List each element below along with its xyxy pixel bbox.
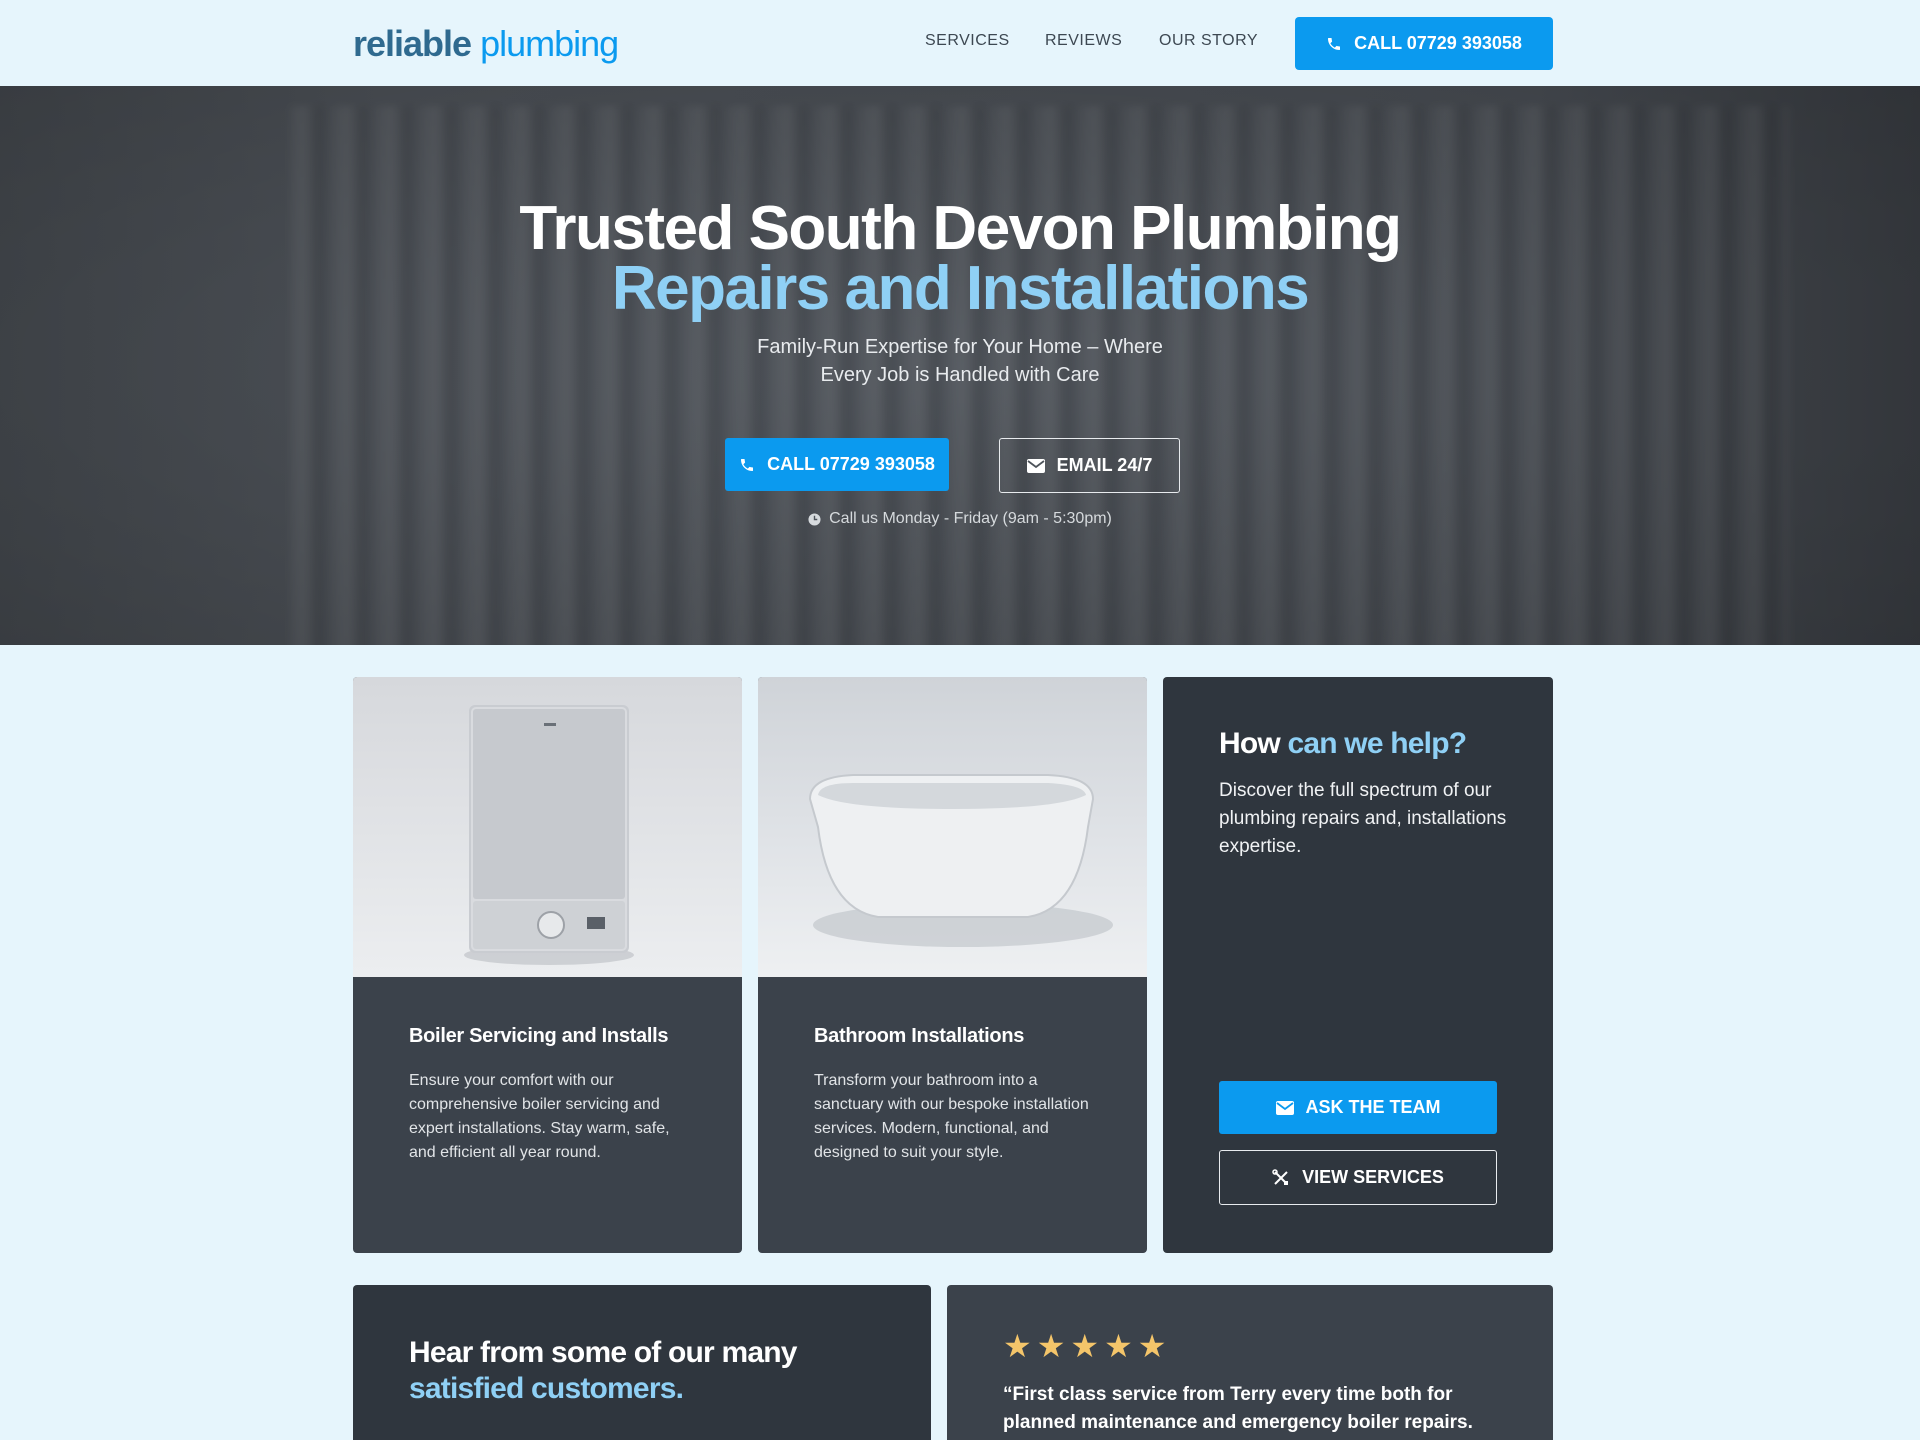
card-title-bathroom: Bathroom Installations: [814, 1025, 1025, 1047]
hero-email-button[interactable]: EMAIL 24/7: [999, 438, 1180, 493]
nav-our-story[interactable]: OUR STORY: [1159, 32, 1258, 50]
testimonials-title-part2: satisfied customers.: [409, 1372, 684, 1405]
bathtub-image: [758, 677, 1147, 977]
card-text-bathroom: Transform your bathroom into a sanctuary…: [814, 1072, 1089, 1161]
ask-the-team-button[interactable]: ASK THE TEAM: [1219, 1081, 1497, 1134]
view-services-label: VIEW SERVICES: [1302, 1167, 1444, 1187]
site-logo[interactable]: reliable plumbing: [353, 20, 619, 68]
boiler-image: [353, 677, 742, 977]
testimonials-heading-box: Hear from some of our many satisfied cus…: [353, 1285, 931, 1440]
tools-icon: [1272, 1168, 1289, 1185]
star-rating-icon: ★★★★★: [1003, 1328, 1172, 1364]
hero-title-line1: Trusted South Devon Plumbing: [519, 194, 1402, 263]
nav-services[interactable]: SERVICES: [925, 32, 1010, 50]
nav-reviews[interactable]: REVIEWS: [1045, 32, 1122, 50]
hero-hours: Call us Monday - Friday (9am - 5:30pm): [0, 510, 1920, 528]
hero-hours-text: Call us Monday - Friday (9am - 5:30pm): [829, 510, 1112, 527]
testimonials-title-part1: Hear from some of our many: [409, 1336, 797, 1369]
phone-icon: [1328, 37, 1341, 50]
phone-icon: [741, 458, 754, 471]
testimonials-title: Hear from some of our many satisfied cus…: [409, 1335, 889, 1407]
logo-text-plumbing: plumbing: [480, 23, 619, 64]
view-services-button[interactable]: VIEW SERVICES: [1219, 1150, 1497, 1205]
logo-text-reliable: reliable: [353, 23, 472, 64]
clock-icon: [808, 512, 821, 526]
help-title-part2: can we help?: [1287, 727, 1467, 760]
card-title-boiler: Boiler Servicing and Installs: [409, 1025, 669, 1047]
ask-the-team-label: ASK THE TEAM: [1305, 1097, 1441, 1117]
help-card: How can we help? Discover the full spect…: [1163, 677, 1553, 1253]
site-header: reliable plumbing SERVICES REVIEWS OUR S…: [0, 0, 1920, 86]
service-card-boiler[interactable]: Boiler Servicing and Installs Ensure you…: [353, 677, 742, 1253]
envelope-icon: [1275, 1100, 1294, 1115]
hero-title-line2: Repairs and Installations: [611, 254, 1310, 323]
review-card: ★★★★★ “First class service from Terry ev…: [947, 1285, 1553, 1440]
review-text: “First class service from Terry every ti…: [1003, 1384, 1473, 1433]
hero-subtitle-line1: Family-Run Expertise for Your Home – Whe…: [757, 336, 1163, 358]
hero-section: Trusted South Devon Plumbing Repairs and…: [0, 86, 1920, 645]
hero-email-label: EMAIL 24/7: [1056, 455, 1153, 475]
header-call-label: CALL 07729 393058: [1354, 33, 1522, 53]
envelope-icon: [1026, 458, 1045, 473]
hero-call-label: CALL 07729 393058: [767, 454, 935, 474]
header-call-button[interactable]: CALL 07729 393058: [1295, 17, 1553, 70]
help-text: Discover the full spectrum of our plumbi…: [1219, 780, 1507, 857]
hero-subtitle-line2: Every Job is Handled with Care: [820, 364, 1100, 386]
help-title-part1: How: [1219, 727, 1288, 760]
card-text-boiler: Ensure your comfort with our comprehensi…: [409, 1072, 670, 1161]
help-title: How can we help?: [1219, 727, 1467, 761]
service-card-bathroom[interactable]: Bathroom Installations Transform your ba…: [758, 677, 1147, 1253]
hero-call-button[interactable]: CALL 07729 393058: [725, 438, 949, 491]
